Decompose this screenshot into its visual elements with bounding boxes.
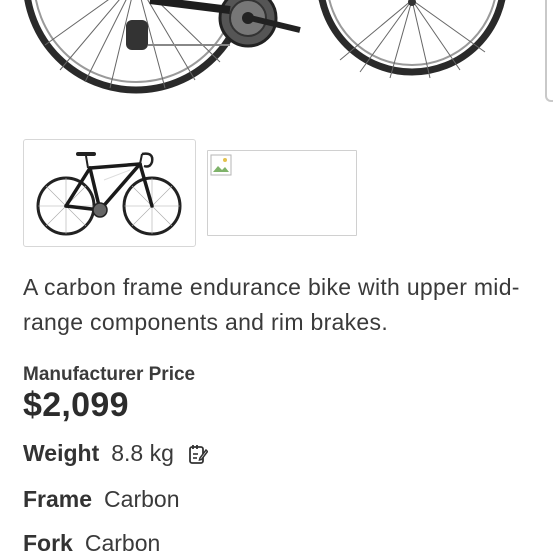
spec-value: 8.8 kg — [111, 440, 174, 466]
spec-row-weight: Weight 8.8 kg — [23, 440, 208, 467]
thumbnail-2[interactable] — [207, 150, 357, 236]
edit-icon[interactable] — [188, 443, 208, 465]
thumbnail-selected[interactable] — [23, 139, 196, 247]
spec-key: Weight — [23, 440, 100, 466]
spec-value: Carbon — [104, 486, 180, 512]
bicycle-photo — [24, 0, 506, 94]
main-product-image — [0, 0, 553, 104]
broken-image-icon — [210, 154, 232, 176]
spec-row-frame: Frame Carbon — [23, 486, 179, 513]
price-label: Manufacturer Price — [23, 364, 196, 385]
carousel-next-edge[interactable] — [545, 0, 553, 102]
product-description: A carbon frame endurance bike with upper… — [23, 274, 520, 335]
price-value: $2,099 — [23, 386, 129, 424]
spec-key: Frame — [23, 486, 93, 512]
bicycle-thumbnail-image — [36, 152, 182, 236]
